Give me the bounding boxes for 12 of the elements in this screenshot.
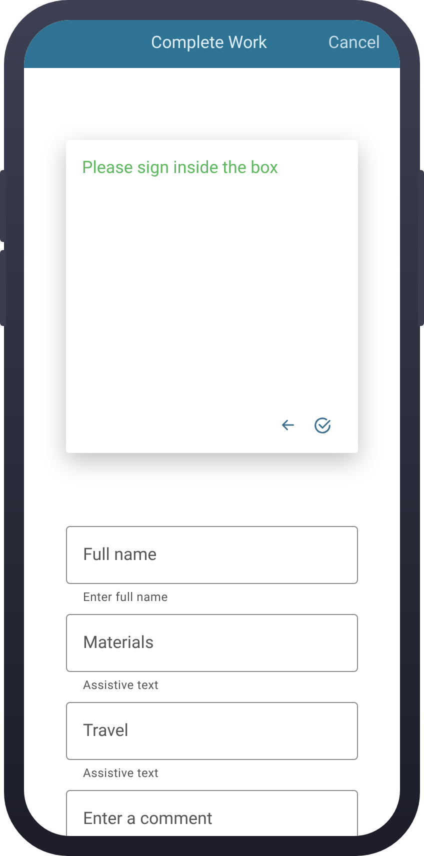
text-field[interactable]: Materials (66, 614, 358, 672)
cancel-button[interactable]: Cancel (328, 31, 380, 57)
text-field[interactable]: Enter a comment (66, 790, 358, 836)
helper-text: Enter full name (82, 589, 169, 606)
helper-text: Assistive text (82, 677, 160, 694)
check-circle-icon[interactable] (313, 416, 332, 435)
signature-pad[interactable]: Please sign inside the box (66, 140, 358, 453)
signature-prompt: Please sign inside the box (82, 157, 278, 180)
helper-text: Assistive text (82, 765, 160, 782)
screen-title: Complete Work (151, 32, 268, 56)
text-field[interactable]: Full name (66, 526, 358, 584)
text-field[interactable]: Travel (66, 702, 358, 760)
